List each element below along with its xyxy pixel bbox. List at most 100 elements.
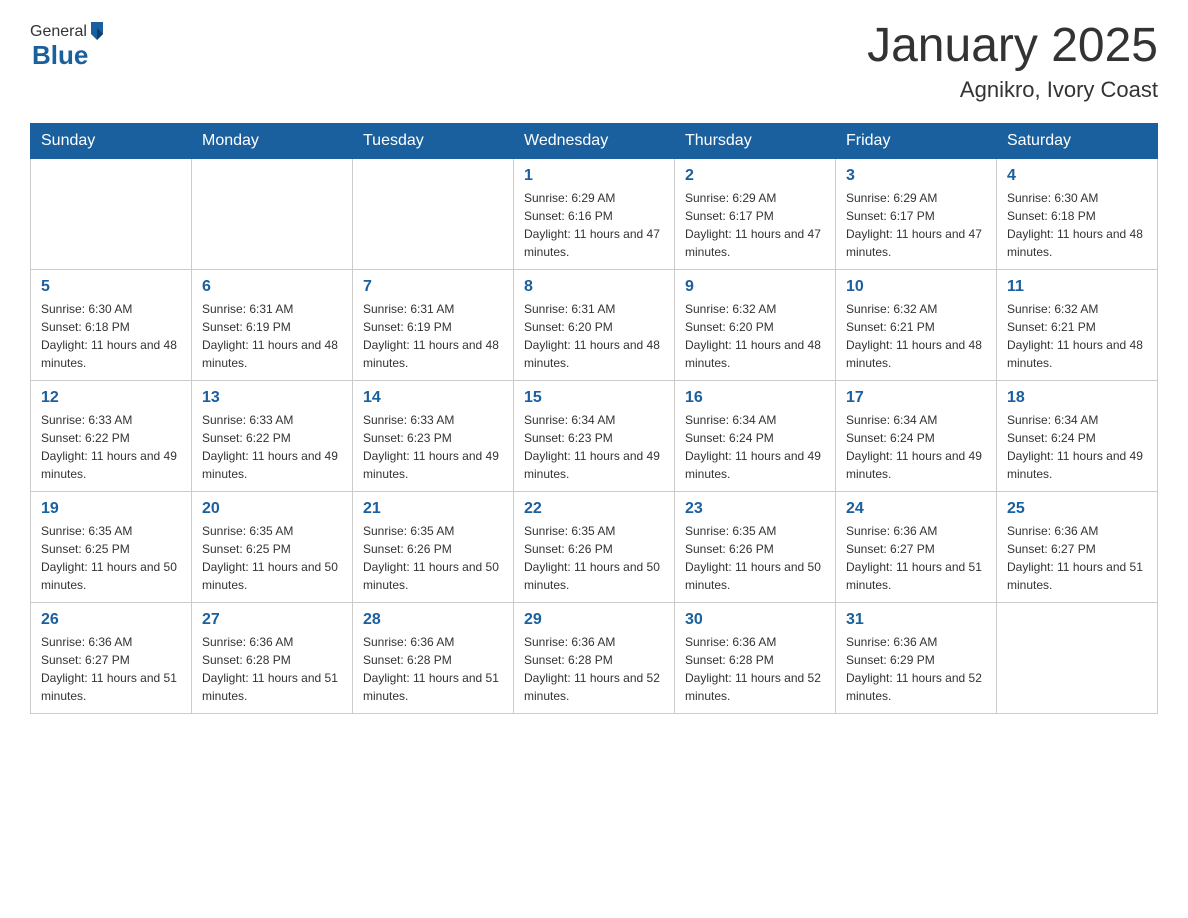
page-subtitle: Agnikro, Ivory Coast — [867, 77, 1158, 103]
calendar-cell: 8 Sunrise: 6:31 AM Sunset: 6:20 PM Daylig… — [514, 269, 675, 380]
day-info: Sunrise: 6:36 AM Sunset: 6:27 PM Dayligh… — [41, 633, 181, 705]
day-info: Sunrise: 6:29 AM Sunset: 6:16 PM Dayligh… — [524, 189, 664, 261]
calendar-cell: 11Sunrise: 6:32 AM Sunset: 6:21 PM Dayli… — [997, 269, 1158, 380]
day-number: 15 — [524, 389, 664, 407]
day-info: Sunrise: 6:35 AM Sunset: 6:26 PM Dayligh… — [363, 522, 503, 594]
calendar-cell: 4Sunrise: 6:30 AM Sunset: 6:18 PM Daylig… — [997, 158, 1158, 269]
calendar-cell — [353, 158, 514, 269]
calendar-cell: 10 Sunrise: 6:32 AM Sunset: 6:21 PM Dayli… — [836, 269, 997, 380]
day-number: 22 — [524, 500, 664, 518]
day-number: 31 — [846, 611, 986, 629]
calendar-cell: 9 Sunrise: 6:32 AM Sunset: 6:20 PM Daylig… — [675, 269, 836, 380]
logo-arrow-icon — [87, 20, 107, 44]
calendar-cell: 1 Sunrise: 6:29 AM Sunset: 6:16 PM Daylig… — [514, 158, 675, 269]
calendar-cell: 27 Sunrise: 6:36 AM Sunset: 6:28 PM Dayli… — [192, 602, 353, 713]
calendar-cell: 19 Sunrise: 6:35 AM Sunset: 6:25 PM Dayli… — [31, 491, 192, 602]
day-number: 12 — [41, 389, 181, 407]
calendar-cell: 28Sunrise: 6:36 AM Sunset: 6:28 PM Dayli… — [353, 602, 514, 713]
day-info: Sunrise: 6:31 AM Sunset: 6:20 PM Dayligh… — [524, 300, 664, 372]
day-number: 4 — [1007, 167, 1147, 185]
day-info: Sunrise: 6:36 AM Sunset: 6:28 PM Dayligh… — [685, 633, 825, 705]
day-number: 14 — [363, 389, 503, 407]
day-number: 26 — [41, 611, 181, 629]
day-info: Sunrise: 6:36 AM Sunset: 6:29 PM Dayligh… — [846, 633, 986, 705]
week-row-3: 12 Sunrise: 6:33 AM Sunset: 6:22 PM Dayli… — [31, 380, 1158, 491]
day-info: Sunrise: 6:36 AM Sunset: 6:27 PM Dayligh… — [1007, 522, 1147, 594]
day-info: Sunrise: 6:34 AM Sunset: 6:23 PM Dayligh… — [524, 411, 664, 483]
week-row-5: 26 Sunrise: 6:36 AM Sunset: 6:27 PM Dayli… — [31, 602, 1158, 713]
day-number: 13 — [202, 389, 342, 407]
header-day-tuesday: Tuesday — [353, 123, 514, 158]
day-info: Sunrise: 6:31 AM Sunset: 6:19 PM Dayligh… — [202, 300, 342, 372]
calendar-cell: 7 Sunrise: 6:31 AM Sunset: 6:19 PM Daylig… — [353, 269, 514, 380]
day-info: Sunrise: 6:35 AM Sunset: 6:25 PM Dayligh… — [202, 522, 342, 594]
day-info: Sunrise: 6:30 AM Sunset: 6:18 PM Dayligh… — [41, 300, 181, 372]
day-info: Sunrise: 6:34 AM Sunset: 6:24 PM Dayligh… — [846, 411, 986, 483]
calendar-cell: 3 Sunrise: 6:29 AM Sunset: 6:17 PM Daylig… — [836, 158, 997, 269]
calendar-cell: 30Sunrise: 6:36 AM Sunset: 6:28 PM Dayli… — [675, 602, 836, 713]
day-info: Sunrise: 6:32 AM Sunset: 6:21 PM Dayligh… — [846, 300, 986, 372]
logo-blue-text: Blue — [30, 40, 88, 70]
header-day-thursday: Thursday — [675, 123, 836, 158]
calendar-cell: 26 Sunrise: 6:36 AM Sunset: 6:27 PM Dayli… — [31, 602, 192, 713]
day-info: Sunrise: 6:31 AM Sunset: 6:19 PM Dayligh… — [363, 300, 503, 372]
calendar-cell: 13Sunrise: 6:33 AM Sunset: 6:22 PM Dayli… — [192, 380, 353, 491]
week-row-1: 1 Sunrise: 6:29 AM Sunset: 6:16 PM Daylig… — [31, 158, 1158, 269]
calendar-cell — [997, 602, 1158, 713]
day-info: Sunrise: 6:32 AM Sunset: 6:20 PM Dayligh… — [685, 300, 825, 372]
calendar-cell — [192, 158, 353, 269]
day-info: Sunrise: 6:36 AM Sunset: 6:28 PM Dayligh… — [524, 633, 664, 705]
day-info: Sunrise: 6:34 AM Sunset: 6:24 PM Dayligh… — [1007, 411, 1147, 483]
calendar-cell: 31 Sunrise: 6:36 AM Sunset: 6:29 PM Dayli… — [836, 602, 997, 713]
day-number: 27 — [202, 611, 342, 629]
week-row-4: 19 Sunrise: 6:35 AM Sunset: 6:25 PM Dayli… — [31, 491, 1158, 602]
day-number: 9 — [685, 278, 825, 296]
day-number: 29 — [524, 611, 664, 629]
calendar-cell: 20 Sunrise: 6:35 AM Sunset: 6:25 PM Dayli… — [192, 491, 353, 602]
day-number: 24 — [846, 500, 986, 518]
header-day-monday: Monday — [192, 123, 353, 158]
day-info: Sunrise: 6:29 AM Sunset: 6:17 PM Dayligh… — [846, 189, 986, 261]
title-section: January 2025 Agnikro, Ivory Coast — [867, 20, 1158, 103]
calendar-cell: 16 Sunrise: 6:34 AM Sunset: 6:24 PM Dayli… — [675, 380, 836, 491]
week-row-2: 5 Sunrise: 6:30 AM Sunset: 6:18 PM Daylig… — [31, 269, 1158, 380]
calendar-cell: 5 Sunrise: 6:30 AM Sunset: 6:18 PM Daylig… — [31, 269, 192, 380]
day-info: Sunrise: 6:34 AM Sunset: 6:24 PM Dayligh… — [685, 411, 825, 483]
day-number: 19 — [41, 500, 181, 518]
calendar-cell: 14Sunrise: 6:33 AM Sunset: 6:23 PM Dayli… — [353, 380, 514, 491]
day-info: Sunrise: 6:32 AM Sunset: 6:21 PM Dayligh… — [1007, 300, 1147, 372]
day-info: Sunrise: 6:29 AM Sunset: 6:17 PM Dayligh… — [685, 189, 825, 261]
day-number: 1 — [524, 167, 664, 185]
day-number: 20 — [202, 500, 342, 518]
calendar-table: SundayMondayTuesdayWednesdayThursdayFrid… — [30, 123, 1158, 714]
calendar-cell: 23Sunrise: 6:35 AM Sunset: 6:26 PM Dayli… — [675, 491, 836, 602]
day-number: 6 — [202, 278, 342, 296]
day-info: Sunrise: 6:35 AM Sunset: 6:26 PM Dayligh… — [524, 522, 664, 594]
page-header: General Blue January 2025 Agnikro, Ivory… — [30, 20, 1158, 103]
header-row: SundayMondayTuesdayWednesdayThursdayFrid… — [31, 123, 1158, 158]
calendar-cell: 6 Sunrise: 6:31 AM Sunset: 6:19 PM Daylig… — [192, 269, 353, 380]
day-number: 10 — [846, 278, 986, 296]
day-number: 17 — [846, 389, 986, 407]
header-day-friday: Friday — [836, 123, 997, 158]
day-number: 8 — [524, 278, 664, 296]
calendar-cell: 12 Sunrise: 6:33 AM Sunset: 6:22 PM Dayli… — [31, 380, 192, 491]
calendar-cell: 18 Sunrise: 6:34 AM Sunset: 6:24 PM Dayli… — [997, 380, 1158, 491]
day-info: Sunrise: 6:36 AM Sunset: 6:28 PM Dayligh… — [202, 633, 342, 705]
day-info: Sunrise: 6:35 AM Sunset: 6:26 PM Dayligh… — [685, 522, 825, 594]
logo-general-text: General — [30, 23, 87, 41]
day-number: 16 — [685, 389, 825, 407]
day-number: 25 — [1007, 500, 1147, 518]
day-info: Sunrise: 6:33 AM Sunset: 6:22 PM Dayligh… — [41, 411, 181, 483]
day-number: 7 — [363, 278, 503, 296]
day-info: Sunrise: 6:35 AM Sunset: 6:25 PM Dayligh… — [41, 522, 181, 594]
calendar-cell: 15 Sunrise: 6:34 AM Sunset: 6:23 PM Dayli… — [514, 380, 675, 491]
day-number: 5 — [41, 278, 181, 296]
calendar-cell: 24 Sunrise: 6:36 AM Sunset: 6:27 PM Dayli… — [836, 491, 997, 602]
day-info: Sunrise: 6:36 AM Sunset: 6:27 PM Dayligh… — [846, 522, 986, 594]
day-number: 3 — [846, 167, 986, 185]
day-number: 28 — [363, 611, 503, 629]
calendar-cell: 22 Sunrise: 6:35 AM Sunset: 6:26 PM Dayli… — [514, 491, 675, 602]
day-number: 18 — [1007, 389, 1147, 407]
header-day-saturday: Saturday — [997, 123, 1158, 158]
